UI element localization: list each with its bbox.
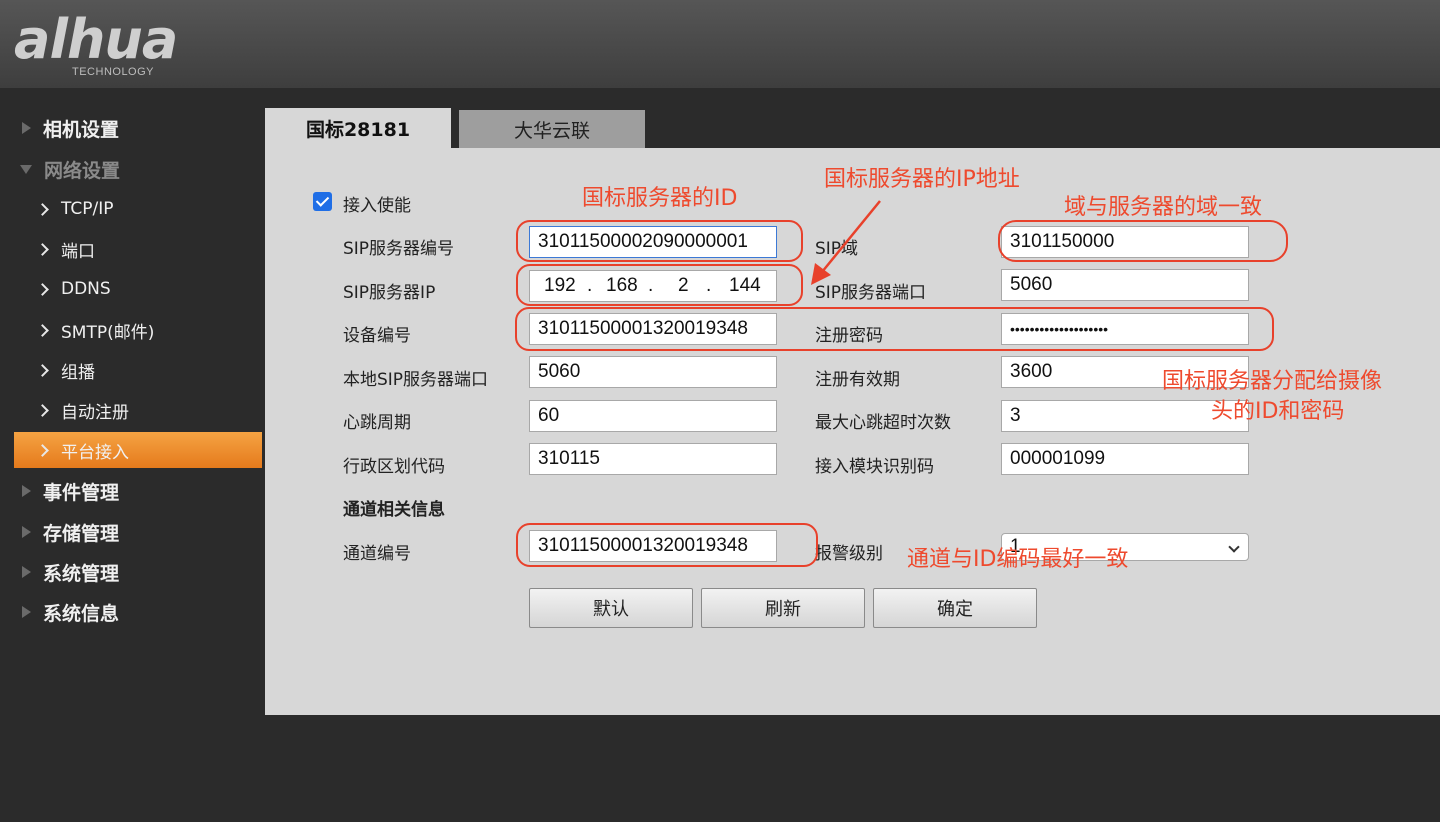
logo-subtitle: TECHNOLOGY — [72, 66, 155, 78]
sidebar-sub-port[interactable]: 端口 — [14, 231, 262, 267]
annotation-ring-device-credentials — [515, 307, 1274, 351]
sidebar-sub-label: SMTP(邮件) — [61, 322, 155, 343]
sidebar-item-label: 系统信息 — [43, 602, 120, 625]
chevron-right-icon — [36, 443, 49, 457]
annotation-assigned-line2: 头的ID和密码 — [1211, 399, 1345, 424]
enable-checkbox[interactable] — [313, 192, 332, 211]
sidebar-sub-label: TCP/IP — [61, 199, 114, 219]
module-id-label: 接入模块识别码 — [815, 457, 934, 477]
sidebar-item-label: 事件管理 — [43, 481, 120, 504]
annotation-ring-server-ip — [516, 264, 803, 306]
channel-section-title: 通道相关信息 — [343, 500, 445, 520]
confirm-button[interactable]: 确定 — [873, 588, 1037, 628]
sidebar-item-camera-settings[interactable]: 相机设置 — [0, 110, 265, 146]
refresh-button[interactable]: 刷新 — [701, 588, 865, 628]
expand-arrow-icon — [22, 122, 31, 134]
header-bar: alhua TECHNOLOGY — [0, 0, 1440, 88]
sidebar-item-label: 相机设置 — [43, 118, 120, 141]
annotation-ring-server-id — [516, 220, 803, 262]
local-sip-port-input[interactable]: 5060 — [529, 356, 777, 388]
sidebar-item-system-info[interactable]: 系统信息 — [0, 594, 265, 630]
annotation-ring-channel-id — [516, 523, 818, 567]
sip-server-id-label: SIP服务器编号 — [343, 239, 455, 259]
heartbeat-label: 心跳周期 — [343, 413, 411, 433]
tab-gb28181[interactable]: 国标28181 — [265, 108, 451, 148]
expand-arrow-icon — [22, 485, 31, 497]
expand-arrow-icon — [22, 606, 31, 618]
sidebar-sub-label: 平台接入 — [61, 442, 129, 463]
sip-server-port-label: SIP服务器端口 — [815, 283, 927, 303]
region-code-input[interactable]: 310115 — [529, 443, 777, 475]
annotation-channel: 通道与ID编码最好一致 — [907, 547, 1129, 572]
sip-server-ip-label: SIP服务器IP — [343, 283, 436, 303]
sidebar-sub-smtp[interactable]: SMTP(邮件) — [14, 312, 262, 348]
sidebar-sub-label: 自动注册 — [61, 402, 129, 423]
chevron-right-icon — [36, 202, 49, 216]
sidebar-item-system-management[interactable]: 系统管理 — [0, 554, 265, 590]
device-id-label: 设备编号 — [343, 326, 411, 346]
max-timeout-label: 最大心跳超时次数 — [815, 413, 951, 433]
sidebar-sub-label: 组播 — [61, 362, 95, 383]
sidebar-sub-label: 端口 — [61, 241, 95, 262]
annotation-assigned-line1: 国标服务器分配给摄像 — [1162, 369, 1383, 394]
logo-text: alhua — [14, 8, 178, 71]
sidebar-sub-platform-access[interactable]: 平台接入 — [14, 432, 262, 468]
sidebar-item-label: 存储管理 — [43, 522, 120, 545]
channel-id-label: 通道编号 — [343, 544, 411, 564]
expand-arrow-icon — [22, 526, 31, 538]
tab-bar: 国标28181 大华云联 — [265, 108, 1440, 148]
chevron-down-icon — [1228, 541, 1240, 553]
sidebar-item-label: 系统管理 — [43, 562, 120, 585]
chevron-right-icon — [36, 403, 49, 417]
annotation-domain: 域与服务器的域一致 — [1064, 195, 1263, 220]
reg-validity-label: 注册有效期 — [815, 370, 900, 390]
region-code-label: 行政区划代码 — [343, 457, 445, 477]
sidebar-item-network-settings[interactable]: 网络设置 — [0, 151, 265, 187]
sidebar-sub-label: DDNS — [61, 279, 111, 299]
chevron-right-icon — [36, 282, 49, 296]
collapse-arrow-icon — [20, 164, 32, 174]
chevron-right-icon — [36, 242, 49, 256]
sidebar-sub-multicast[interactable]: 组播 — [14, 352, 262, 388]
sidebar-sub-ddns[interactable]: DDNS — [14, 271, 262, 307]
tab-dahua-cloud[interactable]: 大华云联 — [459, 110, 645, 148]
heartbeat-input[interactable]: 60 — [529, 400, 777, 432]
sip-domain-label: SIP域 — [815, 239, 859, 259]
chevron-right-icon — [36, 323, 49, 337]
annotation-server-ip: 国标服务器的IP地址 — [824, 167, 1020, 192]
default-button[interactable]: 默认 — [529, 588, 693, 628]
dahua-logo: alhua TECHNOLOGY — [14, 8, 244, 84]
alarm-level-label: 报警级别 — [815, 544, 883, 564]
expand-arrow-icon — [22, 566, 31, 578]
sidebar-item-storage-management[interactable]: 存储管理 — [0, 514, 265, 550]
annotation-ring-domain — [998, 220, 1288, 262]
sidebar-item-label: 网络设置 — [44, 159, 121, 182]
sidebar-sub-auto-register[interactable]: 自动注册 — [14, 392, 262, 428]
sidebar-sub-tcpip[interactable]: TCP/IP — [14, 191, 262, 227]
chevron-right-icon — [36, 363, 49, 377]
annotation-server-id: 国标服务器的ID — [582, 186, 738, 211]
local-sip-port-label: 本地SIP服务器端口 — [343, 370, 489, 390]
sip-server-port-input[interactable]: 5060 — [1001, 269, 1249, 301]
sidebar-item-event-management[interactable]: 事件管理 — [0, 473, 265, 509]
module-id-input[interactable]: 000001099 — [1001, 443, 1249, 475]
enable-label: 接入使能 — [343, 196, 411, 216]
